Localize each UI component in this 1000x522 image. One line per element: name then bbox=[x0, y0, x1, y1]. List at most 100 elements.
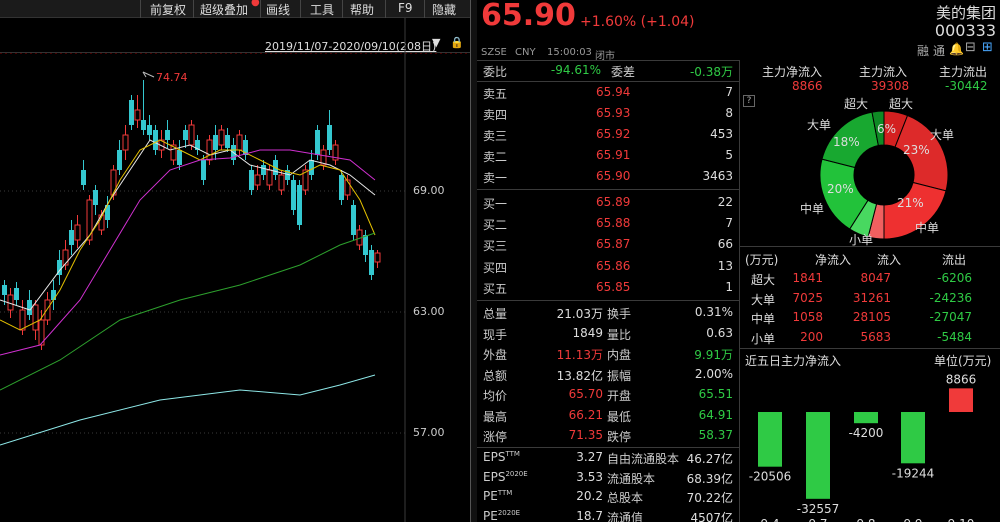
bid-level-label: 买三 bbox=[483, 239, 508, 254]
stat-value: 11.13万 bbox=[556, 348, 603, 362]
fund-label: PE2020E bbox=[483, 508, 521, 522]
stock-code: 000333 bbox=[934, 21, 996, 40]
flow-unit-header: (万元) bbox=[745, 253, 779, 267]
fund-label: EPS2020E bbox=[483, 469, 528, 484]
stat-value: 9.91万 bbox=[694, 348, 733, 362]
ask-volume: 3463 bbox=[702, 169, 733, 183]
bid-price: 65.89 bbox=[596, 195, 631, 209]
fund-value: 18.7 bbox=[576, 508, 603, 522]
bid-level-label: 买一 bbox=[483, 197, 508, 211]
flow-header: 主力流出 bbox=[939, 65, 988, 79]
pct-label: 20% bbox=[827, 182, 854, 196]
candle-body bbox=[297, 185, 302, 225]
five-day-date: 9.4 bbox=[760, 517, 779, 522]
price-axis-label: 57.00 bbox=[413, 426, 445, 439]
fund-label: PETTM bbox=[483, 489, 513, 503]
flow-net: 7025 bbox=[792, 290, 823, 305]
alert-bell-icon[interactable]: 🔔 bbox=[949, 42, 964, 56]
fund-label: 流通股本 bbox=[607, 471, 656, 486]
five-day-bar bbox=[806, 412, 830, 499]
five-day-bar bbox=[854, 412, 878, 424]
ask-volume: 7 bbox=[725, 85, 733, 99]
candle-body bbox=[51, 290, 56, 300]
stock-name: 美的集团 bbox=[935, 4, 996, 22]
candle-body bbox=[291, 180, 296, 210]
candle-body bbox=[369, 250, 374, 275]
stat-value: 13.82亿 bbox=[556, 368, 603, 383]
bid-volume: 66 bbox=[717, 237, 733, 252]
pct-label: 18% bbox=[833, 135, 860, 149]
kline-chart-panel[interactable]: 前复权 超级叠加 ● 画线 工具 帮助 F9 隐藏 2019/11/07-202… bbox=[0, 0, 470, 522]
bid-price: 65.85 bbox=[596, 279, 631, 294]
kline-svg bbox=[0, 18, 470, 522]
stat-value: 65.70 bbox=[568, 387, 603, 401]
ask-price: 65.90 bbox=[596, 169, 631, 183]
ask-level-label: 卖二 bbox=[483, 150, 508, 164]
ask-price: 65.92 bbox=[596, 127, 631, 141]
candle-body bbox=[27, 300, 32, 315]
stat-label: 换手 bbox=[607, 307, 632, 321]
candle-body bbox=[374, 252, 381, 263]
stat-label: 最低 bbox=[607, 409, 632, 424]
flow-col-header: 流出 bbox=[942, 253, 967, 267]
stat-value: 71.35 bbox=[568, 428, 603, 442]
market: SZSE bbox=[481, 47, 507, 58]
candle-body bbox=[344, 179, 351, 196]
help-icon[interactable]: ? bbox=[743, 95, 755, 107]
five-day-bar bbox=[758, 412, 782, 467]
five-day-value: 8866 bbox=[946, 372, 977, 386]
candle-body bbox=[153, 130, 158, 150]
price-axis-label: 63.00 bbox=[413, 305, 445, 318]
fund-value: 68.39亿 bbox=[686, 471, 733, 486]
stat-label: 开盘 bbox=[607, 389, 632, 403]
stat-value: 21.03万 bbox=[556, 307, 603, 321]
compare-icon[interactable]: ⊟ bbox=[965, 40, 976, 55]
peak-price-label: 74.74 bbox=[156, 71, 188, 84]
add-watchlist-icon[interactable]: ⊞ bbox=[982, 40, 993, 55]
flow-out: -24236 bbox=[929, 290, 972, 305]
stat-value: 66.21 bbox=[568, 407, 603, 422]
candle-body bbox=[201, 160, 206, 180]
flow-row-label: 超大 bbox=[751, 273, 776, 287]
stat-label: 跌停 bbox=[607, 430, 632, 444]
stat-label: 振幅 bbox=[607, 368, 632, 383]
flow-in: 8047 bbox=[860, 271, 891, 285]
stat-label: 均价 bbox=[483, 389, 508, 403]
stat-value: 65.51 bbox=[698, 387, 733, 401]
pct-label: 23% bbox=[903, 143, 930, 157]
stat-label: 内盘 bbox=[607, 348, 632, 362]
stat-value: 0.31% bbox=[694, 305, 733, 319]
candle-body bbox=[206, 139, 213, 161]
candle-body bbox=[44, 299, 51, 321]
bid-volume: 22 bbox=[717, 195, 733, 209]
five-day-value: -4200 bbox=[849, 426, 884, 440]
flow-net: 200 bbox=[800, 329, 823, 344]
quote-time: 15:00:03 bbox=[547, 47, 592, 58]
flow-out: -27047 bbox=[929, 310, 972, 324]
donut-label-superlarge-out: 超大 bbox=[844, 97, 869, 111]
flow-out: -6206 bbox=[937, 271, 972, 285]
flow-in: 5683 bbox=[860, 329, 891, 344]
currency: CNY bbox=[515, 47, 536, 58]
flow-in: 28105 bbox=[852, 310, 891, 324]
last-price: 65.90 bbox=[481, 0, 576, 33]
fund-value: 20.2 bbox=[576, 489, 603, 503]
candle-body bbox=[81, 170, 86, 185]
candle-body bbox=[93, 190, 98, 205]
flow-header: 主力净流入 bbox=[762, 65, 823, 79]
financing-icon[interactable]: 融通 bbox=[917, 42, 949, 59]
flow-in: 31261 bbox=[852, 290, 891, 305]
fund-label: 流通值 bbox=[607, 510, 644, 522]
ask-price: 65.93 bbox=[596, 106, 631, 120]
five-day-date: 9.8 bbox=[856, 517, 875, 522]
candle-body bbox=[254, 174, 261, 186]
candle-body bbox=[165, 130, 170, 140]
fund-label: EPSTTM bbox=[483, 450, 520, 464]
candle-body bbox=[225, 135, 230, 148]
bid-level-label: 买二 bbox=[483, 218, 508, 233]
stat-label: 现手 bbox=[483, 327, 508, 342]
diff-label: 委差 bbox=[611, 65, 636, 79]
bid-volume: 1 bbox=[725, 279, 733, 294]
candle-body bbox=[177, 150, 182, 165]
ask-price: 65.91 bbox=[596, 148, 631, 162]
